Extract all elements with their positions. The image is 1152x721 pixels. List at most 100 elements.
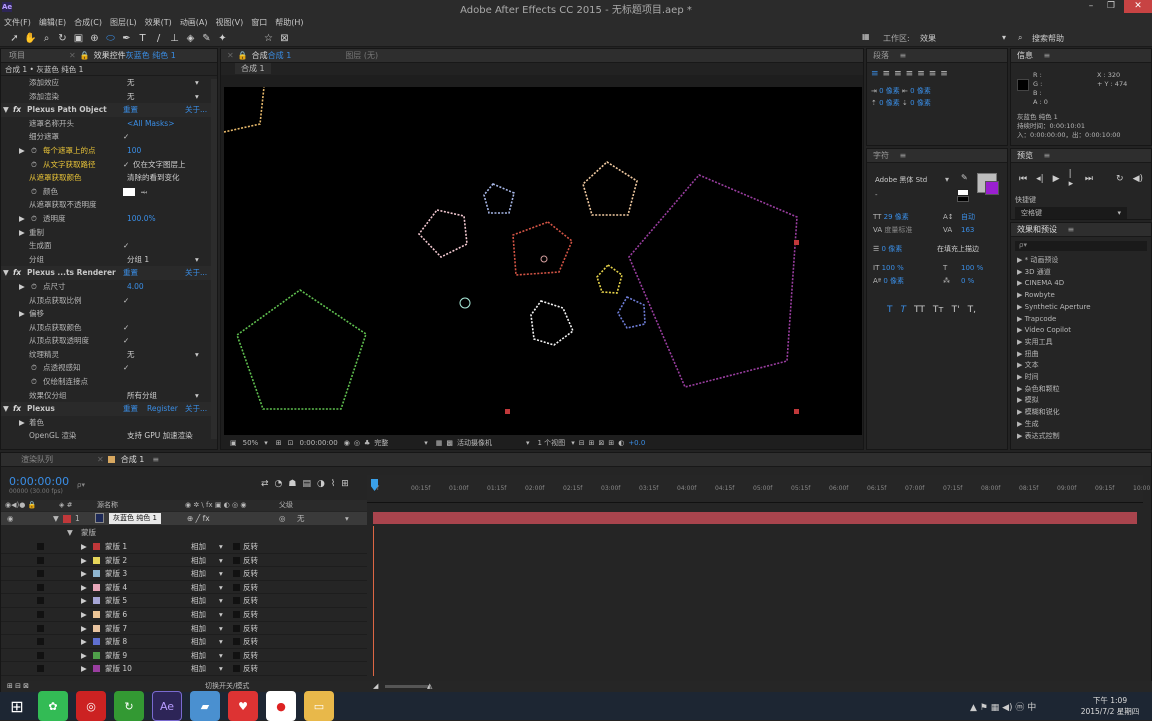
layer-name[interactable]: 灰蓝色 纯色 1	[109, 513, 161, 524]
chevron-down-icon[interactable]: ▾	[526, 439, 530, 447]
viewer-timecode[interactable]: 0:00:00:00	[299, 439, 337, 447]
tab-layer[interactable]: 图层 (无)	[345, 49, 378, 63]
effect-property-row[interactable]: ▼ fx Plexus Path Object 重置 关于...	[1, 103, 217, 117]
twirl-closed-icon[interactable]: ▶	[19, 212, 25, 226]
preset-category[interactable]: ▶ CINEMA 4D	[1017, 278, 1151, 290]
stopwatch-icon[interactable]: ⏱	[31, 144, 37, 158]
chevron-down-icon[interactable]: ▾	[424, 439, 428, 447]
menu-animation[interactable]: 动画(A)	[176, 15, 212, 30]
mask-mode-select[interactable]: 相加	[191, 567, 206, 581]
small-caps-icon[interactable]: Tт	[933, 305, 944, 315]
twirl-closed-icon[interactable]: ▶	[81, 554, 87, 568]
mask-color-swatch[interactable]	[93, 556, 100, 564]
zoom-in-icon[interactable]: ◭	[427, 681, 432, 692]
twirl-closed-icon[interactable]: ▶	[19, 307, 25, 321]
mask-row[interactable]: ▶ 蒙版 6 相加 ▾ 反转	[1, 608, 367, 622]
mask-row[interactable]: ▶ 蒙版 4 相加 ▾ 反转	[1, 581, 367, 595]
about-link[interactable]: 关于...	[185, 266, 207, 280]
fx-icon[interactable]: fx	[13, 103, 21, 117]
comp-mini-flowchart-icon[interactable]: ⇄	[261, 479, 269, 489]
mask-name[interactable]: 蒙版 3	[105, 567, 127, 581]
stroke-width-value[interactable]: 0 像素	[882, 245, 903, 253]
effect-property-value[interactable]: 无	[127, 348, 135, 362]
ellipse-tool-icon[interactable]: ⬭	[104, 32, 117, 45]
effect-property-row[interactable]: ⏱ 颜色 ⤟	[1, 185, 217, 199]
chevron-down-icon[interactable]: ▾	[219, 554, 223, 568]
windows-start-icon[interactable]: ⊞	[4, 691, 30, 721]
mask-invert-checkbox[interactable]	[233, 638, 240, 646]
menu-edit[interactable]: 编辑(E)	[35, 15, 70, 30]
app-icon-2[interactable]: ◎	[76, 691, 106, 721]
mask-color-swatch[interactable]	[93, 570, 100, 578]
mask-lock-box[interactable]	[37, 543, 44, 550]
viewer-zoom[interactable]: 50%	[243, 439, 259, 447]
tab-timeline-comp[interactable]: 合成 1	[121, 453, 145, 467]
mask-color-swatch[interactable]	[93, 543, 100, 550]
mask-lock-box[interactable]	[37, 570, 44, 578]
subscript-icon[interactable]: T,	[968, 305, 976, 315]
chevron-down-icon[interactable]: ▾	[219, 581, 223, 595]
tsume-value[interactable]: 0 %	[961, 275, 974, 288]
about-link[interactable]: 关于...	[185, 103, 207, 117]
crop-icon[interactable]: ⊡	[288, 439, 294, 447]
twirl-closed-icon[interactable]: ▶	[81, 622, 87, 636]
twirl-open-icon[interactable]: ▼	[53, 512, 59, 525]
close-tab-icon[interactable]: ✕	[69, 49, 76, 63]
clock[interactable]: 下午 1:09 2015/7/2 星期四	[1074, 695, 1146, 717]
checkbox[interactable]: ✓	[123, 130, 129, 144]
viewer-quality[interactable]: 完整	[374, 438, 388, 448]
mask-row[interactable]: ▶ 蒙版 2 相加 ▾ 反转	[1, 554, 367, 568]
preset-category[interactable]: ▶ 文本	[1017, 360, 1151, 372]
preset-category[interactable]: ▶ 时间	[1017, 372, 1151, 384]
menu-layer[interactable]: 图层(L)	[106, 15, 141, 30]
effect-property-row[interactable]: 添加效应 无 ▾	[1, 76, 217, 90]
twirl-closed-icon[interactable]: ▶	[1017, 361, 1022, 369]
chevron-down-icon[interactable]: ▾	[945, 175, 949, 184]
effect-property-row[interactable]: ▶ 重制	[1, 226, 217, 240]
snap-box-icon[interactable]: ⊠	[278, 32, 291, 45]
tab-project[interactable]: 项目	[9, 49, 25, 63]
first-line-value[interactable]: 0 像素	[879, 99, 900, 107]
effect-property-row[interactable]: 从顶点获取比例 ✓	[1, 294, 217, 308]
chevron-down-icon[interactable]: ▾	[219, 594, 223, 608]
twirl-closed-icon[interactable]: ▶	[81, 608, 87, 622]
folder-icon[interactable]: ▭	[304, 691, 334, 721]
record-icon[interactable]: ●	[266, 691, 296, 721]
twirl-closed-icon[interactable]: ▶	[81, 540, 87, 554]
effect-property-value[interactable]: 100.0%	[127, 212, 156, 226]
register-link[interactable]: Register	[147, 402, 178, 416]
mask-lock-box[interactable]	[37, 556, 44, 564]
workspace-select[interactable]: 效果	[920, 33, 936, 44]
mask-color-swatch[interactable]	[93, 624, 100, 632]
effect-property-row[interactable]: OpenGL 渲染 支持 GPU 加速渲染	[1, 429, 217, 443]
effect-property-value[interactable]: 无	[127, 76, 135, 90]
justify-center-icon[interactable]: ≡	[917, 69, 925, 79]
checkbox[interactable]: ✓	[123, 321, 129, 335]
justify-left-icon[interactable]: ≡	[906, 69, 914, 79]
app-icon-5[interactable]: ▰	[190, 691, 220, 721]
first-frame-icon[interactable]: ⏮	[1019, 174, 1027, 184]
effect-property-row[interactable]: 添加渲染 无 ▾	[1, 90, 217, 104]
app-icon-3[interactable]: ↻	[114, 691, 144, 721]
effect-property-value[interactable]: 分组 1	[127, 253, 149, 267]
parent-pickwhip-icon[interactable]: ◎	[279, 512, 286, 525]
effect-property-value[interactable]: 所有分组	[127, 389, 157, 403]
panel-menu-icon[interactable]: ≡	[1044, 51, 1051, 60]
transparency-grid-icon[interactable]: ▩	[446, 439, 453, 447]
faux-italic-icon[interactable]: T	[901, 305, 907, 315]
twirl-open-icon[interactable]: ▼	[3, 103, 9, 117]
mask-lock-box[interactable]	[37, 610, 44, 618]
grid-icon[interactable]: ⊞	[276, 439, 282, 447]
effect-property-row[interactable]: ▼ fx Plexus 重置 Register 关于...	[1, 402, 217, 416]
preview-toggle-icon[interactable]: ▣	[230, 439, 237, 447]
effect-property-row[interactable]: 从顶点获取颜色 ✓	[1, 321, 217, 335]
checkbox[interactable]: ✓	[123, 294, 129, 308]
type-tool-icon[interactable]: T	[136, 32, 149, 45]
preset-category[interactable]: ▶ 模糊和锐化	[1017, 407, 1151, 419]
panel-menu-icon[interactable]: ≡	[900, 51, 907, 60]
effect-property-row[interactable]: 分组 分组 1 ▾	[1, 253, 217, 267]
stopwatch-icon[interactable]: ⏱	[31, 361, 37, 375]
tray-icons[interactable]: ▲ ⚑ ▦ ◀) ⓜ 中	[970, 700, 1036, 713]
twirl-closed-icon[interactable]: ▶	[1017, 373, 1022, 381]
panel-menu-icon[interactable]: ≡	[900, 151, 907, 160]
